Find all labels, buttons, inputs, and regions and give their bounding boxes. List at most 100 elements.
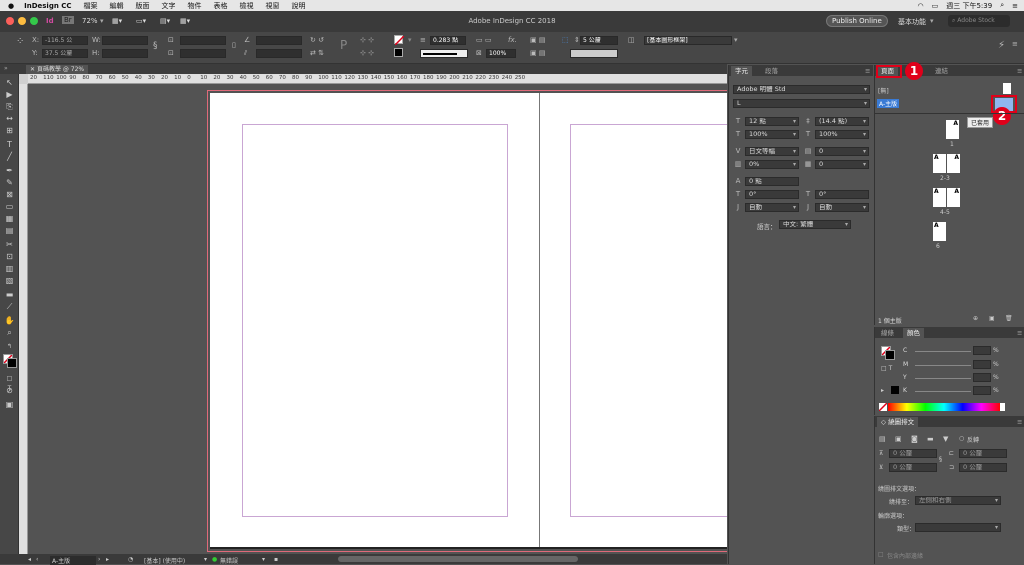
stroke-color-icon[interactable] (7, 358, 17, 368)
pencil-tool-icon[interactable]: ✎ (4, 178, 15, 188)
page-thumb-1[interactable]: A (946, 120, 959, 139)
menu-file[interactable]: 檔案 (84, 1, 98, 11)
menu-app-name[interactable]: InDesign CC (24, 2, 71, 10)
channel-m-field[interactable] (973, 360, 991, 369)
scale-y-field[interactable] (180, 49, 226, 58)
tracking-field[interactable]: 0 (815, 147, 869, 156)
char-rotation-field[interactable]: 0° (815, 190, 869, 199)
opacity-icon[interactable]: ⊠ (476, 49, 482, 57)
preflight-icon[interactable]: ◔ (128, 556, 133, 563)
direction-icon[interactable]: P (340, 38, 347, 52)
wrap-shape-icon[interactable]: ◙ (911, 435, 918, 443)
height-field[interactable] (102, 49, 148, 58)
rectangle-frame-tool-icon[interactable]: ⊠ (4, 190, 15, 200)
page-thumb-5[interactable]: A (947, 188, 960, 207)
flip-icon[interactable]: ⇄ ⇅ (310, 49, 324, 57)
menu-type[interactable]: 文字 (162, 1, 176, 11)
fill-swatch-icon[interactable] (394, 35, 405, 46)
horizontal-scale-field[interactable]: 100% (815, 130, 869, 139)
reference-point-icon[interactable]: ⁘ (16, 36, 24, 47)
top-offset-field[interactable]: 0 公釐 (889, 449, 937, 458)
collapse-icon[interactable]: » (4, 65, 8, 72)
object-style-dropdown[interactable]: [基本圖形框架] (644, 36, 732, 45)
opacity-field[interactable]: 100% (486, 49, 516, 58)
zoom-tool-icon[interactable]: ⌕ (4, 328, 15, 338)
next-page-icon[interactable]: › (98, 556, 100, 563)
page-thumb-6[interactable]: A (933, 222, 946, 241)
menu-object[interactable]: 物件 (188, 1, 202, 11)
wrap-bounding-icon[interactable]: ▣ (895, 435, 902, 443)
grid-tool-icon[interactable]: ▤ (4, 226, 15, 236)
stroke-swatch-icon[interactable] (394, 48, 403, 57)
formatting-affects-icon[interactable]: □ T (4, 374, 15, 392)
wrap-none-icon[interactable]: ▤ (879, 435, 886, 443)
menu-help[interactable]: 說明 (292, 1, 306, 11)
select-content-icon[interactable]: ⊹ ⊹ (360, 49, 374, 57)
font-style-dropdown[interactable]: L (733, 99, 870, 108)
shear-icon[interactable]: ⫽ (244, 49, 247, 58)
ruler-origin[interactable] (19, 74, 28, 84)
first-page-icon[interactable]: ◂ (28, 556, 31, 563)
swap-fill-stroke-icon[interactable]: ↰ (4, 342, 15, 352)
left-offset-field[interactable]: 0 公釐 (959, 449, 1007, 458)
adobe-stock-search[interactable]: ⌕ Adobe Stock (948, 15, 1010, 27)
rotation-field[interactable] (256, 36, 302, 45)
gap-tool-icon[interactable]: ↔ (4, 114, 15, 124)
free-transform-tool-icon[interactable]: ⊡ (4, 252, 15, 262)
document-canvas[interactable] (28, 85, 727, 554)
effects-button[interactable]: fx. (508, 36, 517, 44)
workspace-switcher[interactable]: 基本功能 (898, 17, 926, 27)
shear-field[interactable] (256, 49, 302, 58)
none-swatch-icon[interactable] (878, 402, 888, 412)
a-master[interactable]: A-主版 (877, 99, 900, 108)
gradient-swatch-tool-icon[interactable]: ▥ (4, 264, 15, 274)
x-position-field[interactable]: -116.5 公 (42, 36, 88, 45)
content-collector-icon[interactable]: ⊞ (4, 126, 15, 136)
bottom-offset-field[interactable]: 0 公釐 (889, 463, 937, 472)
none-master-thumb[interactable] (1003, 83, 1011, 94)
y-position-field[interactable]: 37.5 公釐 (42, 49, 88, 58)
auto-field-1[interactable]: 自動 (745, 203, 799, 212)
fill-dropdown-icon[interactable]: ▾ (408, 36, 412, 44)
panel-menu-icon[interactable]: ≡ (1013, 417, 1024, 427)
scale-y-icon[interactable]: ⊡ (168, 49, 174, 57)
vertical-scale-field[interactable]: 100% (745, 130, 799, 139)
scale-x-field[interactable] (180, 36, 226, 45)
wrap-jump-icon[interactable]: ▬ (927, 435, 934, 443)
tab-character[interactable]: 字元 (731, 66, 752, 76)
lightning-icon[interactable]: ⚡ (998, 40, 1005, 51)
right-offset-field[interactable]: 0 公釐 (959, 463, 1007, 472)
link-offsets-icon[interactable]: § (939, 456, 942, 463)
panel-menu-icon[interactable]: ≡ (1013, 328, 1024, 338)
menubar-clock[interactable]: 週三 下午5:39 (946, 1, 992, 11)
prev-page-icon[interactable]: ‹ (36, 556, 38, 563)
horizontal-scrollbar[interactable] (338, 556, 578, 562)
menu-list-icon[interactable]: ≡ (1012, 2, 1018, 10)
delete-page-icon[interactable]: 🗑 (1005, 315, 1013, 322)
skew-field[interactable]: 0° (745, 190, 799, 199)
preflight-menu-icon[interactable]: ▪ (274, 556, 278, 563)
menu-window[interactable]: 視窗 (266, 1, 280, 11)
tab-links[interactable]: 連結 (931, 66, 952, 76)
new-page-icon[interactable]: ▣ (989, 315, 995, 322)
document-tab[interactable]: ✕ 頁碼教學 @ 72% (26, 65, 89, 74)
rectangle-tool-icon[interactable]: ▭ (4, 202, 15, 212)
include-inside-checkbox[interactable]: □ (878, 551, 884, 558)
menu-layout[interactable]: 版面 (136, 1, 150, 11)
type-tool-icon[interactable]: T (4, 140, 15, 150)
color-stroke-icon[interactable] (885, 350, 895, 360)
control-menu-icon[interactable]: ≡ (1012, 40, 1018, 48)
selection-tool-icon[interactable]: ↖ (4, 78, 15, 88)
wrap-option-icon[interactable]: ▣ ▤ (530, 49, 545, 57)
page-size-icon[interactable]: ⊕ (973, 315, 978, 322)
contour-type-dropdown[interactable] (915, 523, 1001, 532)
channel-k-field[interactable] (973, 386, 991, 395)
tab-color[interactable]: 顏色 (903, 328, 924, 338)
aki-field[interactable]: 0 (815, 160, 869, 169)
invert-checkbox[interactable]: ○ (959, 435, 964, 442)
baseline-shift-field[interactable]: 0 點 (745, 177, 799, 186)
pen-tool-icon[interactable]: ✒ (4, 166, 15, 176)
font-family-dropdown[interactable]: Adobe 明體 Std (733, 85, 870, 94)
auto-fit-icon[interactable]: ⬚ (562, 36, 569, 44)
tab-stroke[interactable]: 線條 (877, 328, 898, 338)
